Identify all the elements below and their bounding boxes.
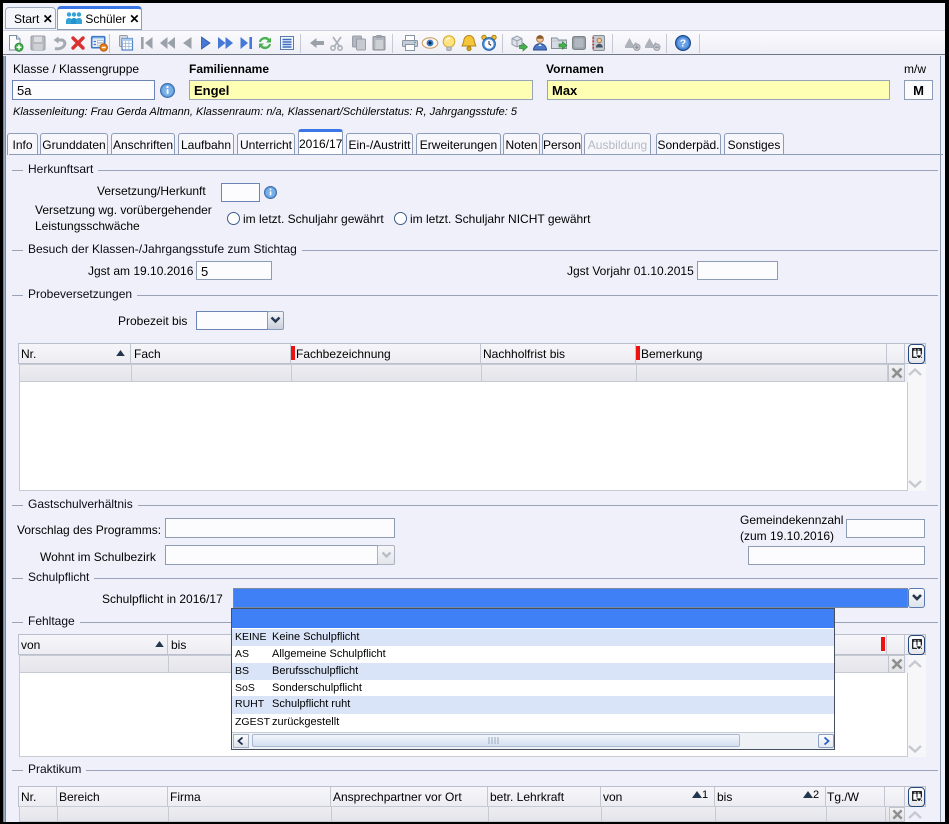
svg-text:?: ? [680,38,686,50]
